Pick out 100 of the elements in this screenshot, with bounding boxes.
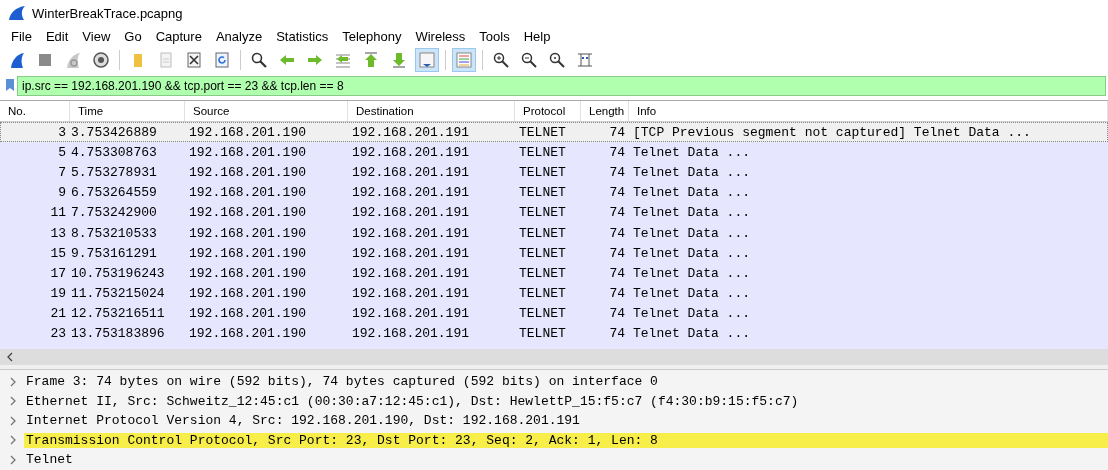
packet-row[interactable]: 15 9.753161291 192.168.201.190 192.168.201.191 TELNET 74 Telnet Data ...: [0, 243, 1108, 264]
table-cell-text: TELNET: [518, 306, 567, 322]
menu-item[interactable]: Go: [117, 28, 149, 44]
tree-item[interactable]: Internet Protocol Version 4, Src: 192.168.201.190, Dst: 192.168.201.191: [24, 413, 1108, 429]
table-cell-text: 74: [608, 205, 626, 221]
table-cell-text: 5: [57, 144, 67, 160]
table-cell-text: Telnet Data ...: [632, 225, 752, 241]
gear-icon: [92, 51, 110, 69]
column-header[interactable]: Length: [581, 101, 629, 121]
tree-item[interactable]: Ethernet II, Src: Schweitz_12:45:c1 (00:30:a7:12:45:c1), Dst: HewlettP_15:f5:c7 (f4:30:b9:15:f5:c7): [24, 393, 1108, 409]
table-cell-text: 9: [57, 185, 67, 201]
search-icon: [250, 51, 268, 69]
table-cell-text: 192.168.201.191: [351, 286, 471, 302]
table-cell-text: 192.168.201.190: [188, 225, 308, 241]
column-header[interactable]: Time: [70, 101, 185, 121]
menu-item[interactable]: Capture: [148, 28, 209, 44]
table-cell-text: TELNET: [518, 205, 567, 221]
packet-row[interactable]: 3 3.753426889 192.168.201.190 192.168.201.191 TELNET 74 [TCP Previous segment not captured] Telnet Data ...: [0, 122, 1108, 143]
chevron-icon[interactable]: [8, 434, 18, 447]
tree-item[interactable]: Telnet: [24, 452, 1108, 468]
table-cell-text: 192.168.201.191: [351, 306, 471, 322]
bookmark-icon[interactable]: [5, 78, 15, 92]
menu-item[interactable]: Help: [516, 28, 558, 44]
table-cell-text: TELNET: [518, 265, 567, 281]
menu-item[interactable]: View: [75, 28, 118, 44]
column-header[interactable]: No.: [0, 101, 70, 121]
table-cell-text: 192.168.201.190: [188, 286, 308, 302]
column-header[interactable]: Protocol: [515, 101, 581, 121]
menu-item[interactable]: Edit: [38, 28, 76, 44]
table-cell-text: 12.753216511: [70, 306, 166, 322]
menu-item[interactable]: Analyze: [208, 28, 270, 44]
menu-item[interactable]: Wireless: [408, 28, 473, 44]
zoom-out-icon: [520, 51, 538, 69]
table-cell-text: 23: [49, 326, 67, 342]
column-resize-icon: [576, 51, 594, 69]
table-cell-text: 3.753426889: [70, 124, 158, 140]
scroll-list-icon: [418, 51, 436, 69]
packet-row[interactable]: 23 13.753183896 192.168.201.190 192.168.201.191 TELNET 74 Telnet Data ...: [0, 323, 1108, 345]
packet-row[interactable]: 13 8.753210533 192.168.201.190 192.168.201.191 TELNET 74 Telnet Data ...: [0, 222, 1108, 244]
table-cell-text: TELNET: [518, 185, 567, 201]
column-header[interactable]: Source: [185, 101, 348, 121]
table-cell-text: 74: [608, 124, 626, 140]
table-cell-text: 192.168.201.191: [351, 245, 471, 261]
menu-item[interactable]: Telephony: [335, 28, 409, 44]
packet-row[interactable]: 5 4.753308763 192.168.201.190 192.168.201.191 TELNET 74 Telnet Data ...: [0, 142, 1108, 163]
table-cell-text: Telnet Data ...: [632, 306, 752, 322]
table-cell-text: 3: [57, 124, 67, 140]
packet-row[interactable]: 7 5.753278931 192.168.201.190 192.168.201.191 TELNET 74 Telnet Data ...: [0, 162, 1108, 183]
table-cell-text: Telnet Data ...: [632, 205, 752, 221]
table-cell-text: 192.168.201.190: [188, 144, 308, 160]
table-cell-text: Telnet Data ...: [632, 144, 752, 160]
column-header[interactable]: Info: [629, 101, 1108, 121]
table-cell-text: 13.753183896: [70, 326, 166, 342]
column-header[interactable]: Destination: [348, 101, 515, 121]
table-cell-text: 74: [608, 185, 626, 201]
packet-row[interactable]: 11 7.753242900 192.168.201.190 192.168.201.191 TELNET 74 Telnet Data ...: [0, 202, 1108, 223]
document-icon: [157, 51, 175, 69]
packet-row[interactable]: 9 6.753264559 192.168.201.190 192.168.201.191 TELNET 74 Telnet Data ...: [0, 182, 1108, 203]
table-cell-text: 19: [49, 286, 67, 302]
table-cell-text: 192.168.201.190: [188, 245, 308, 261]
tree-item[interactable]: Frame 3: 74 bytes on wire (592 bits), 74 bytes captured (592 bits) on interface 0: [24, 374, 1108, 390]
menu-item[interactable]: Tools: [472, 28, 517, 44]
packet-row[interactable]: 19 11.753215024 192.168.201.190 192.168.201.191 TELNET 74 Telnet Data ...: [0, 283, 1108, 304]
colored-lines-icon: [455, 51, 473, 69]
table-cell-text: 9.753161291: [70, 245, 158, 261]
table-cell-text: 74: [608, 225, 626, 241]
table-cell-text: 192.168.201.190: [188, 306, 308, 322]
tree-item[interactable]: Transmission Control Protocol, Src Port: 23, Dst Port: 23, Seq: 2, Ack: 1, Len: 8: [24, 432, 1108, 448]
table-cell-text: 7: [57, 164, 67, 180]
menu-item[interactable]: Statistics: [269, 28, 336, 44]
display-filter-field[interactable]: ip.src == 192.168.201.190 && tcp.port == 23 && tcp.len == 8: [17, 76, 1106, 96]
table-cell-text: 192.168.201.190: [188, 124, 308, 140]
table-cell-text: 11.753215024: [70, 286, 166, 302]
table-cell-text: 192.168.201.191: [351, 144, 471, 160]
table-cell-text: 6.753264559: [70, 185, 158, 201]
down-arrow-icon: [390, 51, 408, 69]
table-cell-text: TELNET: [518, 164, 567, 180]
shark-fin-icon: [8, 5, 26, 21]
close-file-icon: [185, 51, 203, 69]
chevron-icon[interactable]: [8, 453, 18, 466]
table-cell-text: 74: [608, 326, 626, 342]
packet-row[interactable]: 21 12.753216511 192.168.201.190 192.168.201.191 TELNET 74 Telnet Data ...: [0, 303, 1108, 324]
window-title: WinterBreakTrace.pcapng: [32, 5, 183, 21]
table-cell-text: 192.168.201.191: [351, 265, 471, 281]
table-cell-text: 4.753308763: [70, 144, 158, 160]
jump-arrow-icon: [334, 51, 352, 69]
table-cell-text: 74: [608, 265, 626, 281]
chevron-icon[interactable]: [8, 375, 18, 388]
table-cell-text: TELNET: [518, 225, 567, 241]
table-cell-text: 21: [49, 306, 67, 322]
table-cell-text: TELNET: [518, 286, 567, 302]
horizontal-scrollbar[interactable]: [0, 349, 1108, 365]
chevron-icon[interactable]: [8, 414, 18, 427]
table-cell-text: 192.168.201.190: [188, 265, 308, 281]
table-cell-text: 192.168.201.190: [188, 185, 308, 201]
packet-row[interactable]: 17 10.753196243 192.168.201.190 192.168.201.191 TELNET 74 Telnet Data ...: [0, 263, 1108, 284]
menu-item[interactable]: File: [4, 28, 39, 44]
up-arrow-icon: [362, 51, 380, 69]
chevron-icon[interactable]: [8, 395, 18, 408]
table-cell-text: Telnet Data ...: [632, 265, 752, 281]
